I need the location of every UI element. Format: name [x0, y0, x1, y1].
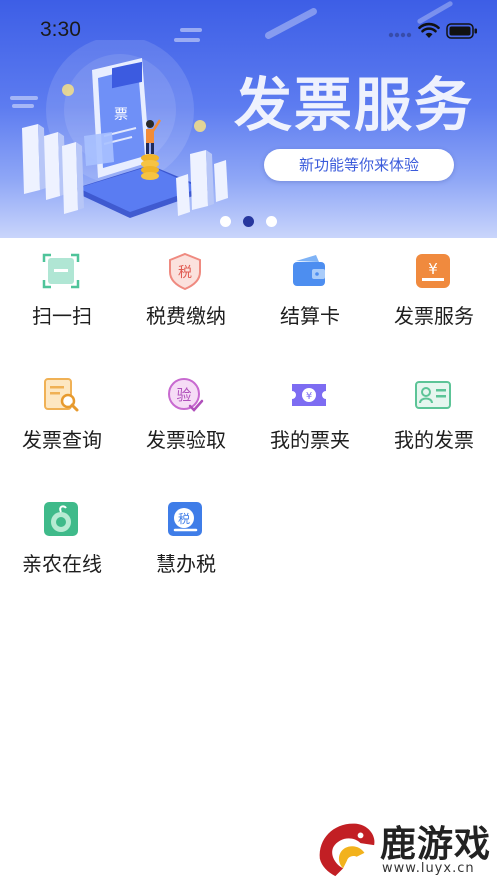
service-label: 亲农在线 [22, 552, 102, 576]
id-card-icon [415, 381, 451, 409]
verify-icon: 验 [168, 378, 204, 412]
service-label: 税费缴纳 [146, 304, 226, 328]
deer-logo-icon [319, 823, 375, 877]
banner-headline: 发票服务 [234, 71, 475, 139]
banner[interactable]: 票 发票服务 新功能等你来体验 3:30 [0, 0, 497, 238]
tax-shield-icon: 税 [169, 252, 201, 290]
service-label: 扫一扫 [32, 304, 92, 328]
service-item-tax-payment[interactable]: 税 税费缴纳 [124, 238, 248, 348]
service-item-invoice-service[interactable]: ¥ 发票服务 [372, 238, 496, 348]
service-label: 发票查询 [22, 428, 102, 452]
service-item-my-invoice[interactable]: 我的发票 [372, 362, 496, 472]
service-label: 我的票夹 [270, 428, 350, 452]
signal-icon [388, 32, 412, 38]
wifi-icon [418, 22, 440, 38]
invoice-search-icon [44, 378, 79, 412]
service-item-settlement-card[interactable]: 结算卡 [248, 238, 372, 348]
service-item-invoice-query[interactable]: 发票查询 [0, 362, 124, 472]
scan-icon [42, 253, 80, 289]
watermark-title: 鹿游戏 [380, 824, 492, 865]
service-label: 我的发票 [394, 428, 474, 452]
carousel-dot[interactable] [266, 216, 277, 227]
battery-icon [446, 23, 477, 39]
verify-glyph: 验 [176, 386, 191, 404]
status-time: 3:30 [40, 18, 81, 41]
wallet-icon [293, 255, 325, 286]
service-label: 发票服务 [394, 304, 474, 328]
banner-illustration: 票 [22, 40, 228, 218]
service-item-scan[interactable]: 扫一扫 [0, 238, 124, 348]
service-label: 结算卡 [280, 304, 340, 328]
watermark: 鹿游戏 www.luyx.cn [312, 815, 497, 883]
ticket-yen-glyph: ¥ [306, 391, 312, 402]
service-item-ticket-folder[interactable]: ¥ 我的票夹 [248, 362, 372, 472]
watermark-url: www.luyx.cn [382, 861, 475, 876]
promo-button[interactable]: 新功能等你来体验 [264, 149, 454, 181]
illustration-sign: 票 [114, 107, 128, 123]
service-label: 发票验取 [146, 428, 226, 452]
tax-glyph: 税 [178, 265, 192, 281]
service-item-agriculture-online[interactable]: 亲农在线 [0, 486, 124, 596]
smart-tax-icon: 税 [168, 502, 202, 536]
status-bar: 3:30 [0, 0, 497, 58]
service-label: 慧办税 [156, 552, 216, 576]
carousel-dots [218, 216, 282, 228]
carousel-dot-active[interactable] [243, 216, 254, 227]
ticket-icon: ¥ [292, 384, 326, 406]
agriculture-icon [44, 502, 78, 536]
smart-tax-glyph: 税 [178, 512, 190, 526]
yen-glyph: ¥ [428, 260, 438, 278]
service-item-smart-tax[interactable]: 税 慧办税 [124, 486, 248, 596]
service-item-invoice-verify[interactable]: 验 发票验取 [124, 362, 248, 472]
invoice-yen-icon: ¥ [416, 254, 450, 288]
carousel-dot[interactable] [220, 216, 231, 227]
